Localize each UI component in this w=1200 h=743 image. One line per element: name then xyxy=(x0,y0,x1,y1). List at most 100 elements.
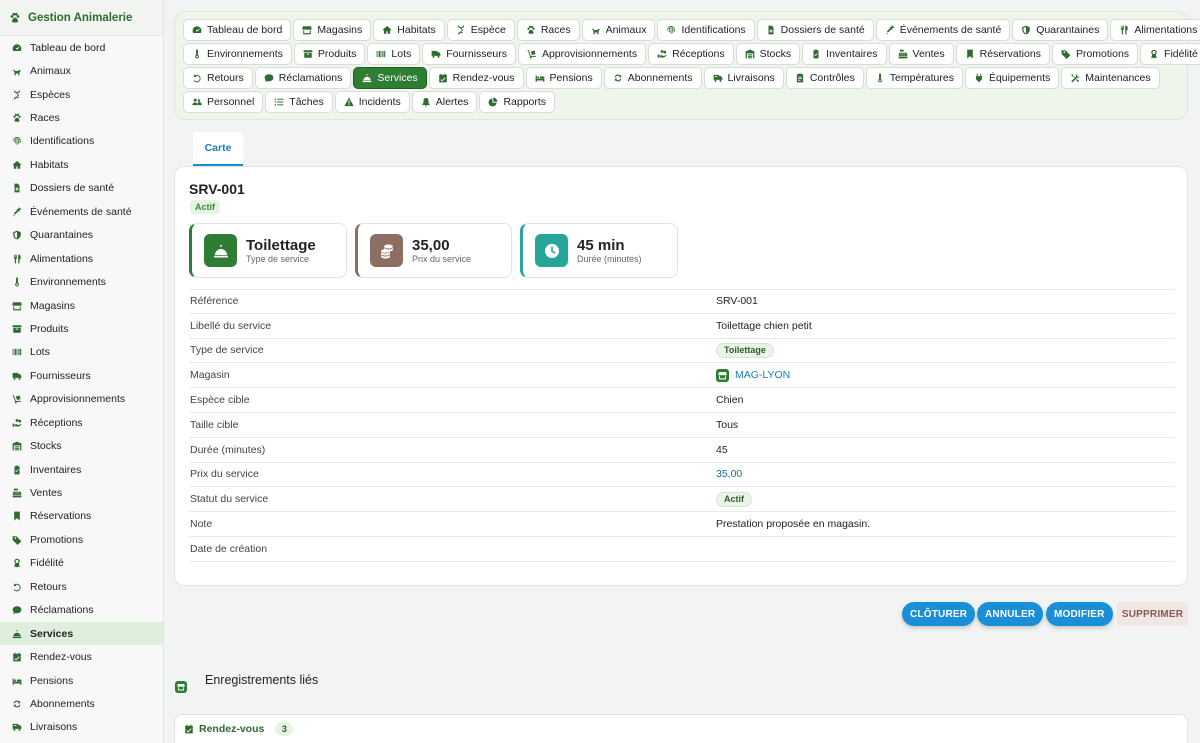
module-chip-label: Dossiers de santé xyxy=(780,24,865,36)
tab-carte[interactable]: Carte xyxy=(193,132,243,166)
sidebar-item-quarantaines[interactable]: Quarantaines xyxy=(0,224,163,247)
linked-section-header[interactable]: Rendez-vous 3 xyxy=(184,722,294,736)
field-label: Date de création xyxy=(190,542,268,555)
box-icon xyxy=(12,324,22,334)
module-chip-receptions[interactable]: Réceptions xyxy=(648,43,734,65)
module-chip-retours[interactable]: Retours xyxy=(183,67,253,89)
edit-button[interactable]: MODIFIER xyxy=(1046,602,1113,626)
stat-label: Prix du service xyxy=(412,254,472,264)
module-chip-promotions[interactable]: Promotions xyxy=(1051,43,1139,65)
module-chip-temperatures[interactable]: Températures xyxy=(865,67,963,89)
sidebar-item-fidelite[interactable]: Fidélité xyxy=(0,552,163,575)
sidebar-item-alimentations[interactable]: Alimentations xyxy=(0,247,163,270)
sidebar-item-evenements-de-sante[interactable]: Événements de santé xyxy=(0,200,163,223)
module-chip-rendez-vous[interactable]: Rendez-vous xyxy=(428,67,524,89)
module-chip-rapports[interactable]: Rapports xyxy=(479,91,556,113)
module-chip-equipements[interactable]: Équipements xyxy=(964,67,1060,89)
module-chip-magasins[interactable]: Magasins xyxy=(293,19,372,41)
module-chip-dossiers-de-sante[interactable]: Dossiers de santé xyxy=(756,19,874,41)
module-chip-stocks[interactable]: Stocks xyxy=(735,43,801,65)
sidebar-item-inventaires[interactable]: Inventaires xyxy=(0,458,163,481)
module-chip-reservations[interactable]: Réservations xyxy=(955,43,1050,65)
sidebar-item-produits[interactable]: Produits xyxy=(0,317,163,340)
sidebar-item-magasins[interactable]: Magasins xyxy=(0,294,163,317)
module-chip-fidelite[interactable]: Fidélité xyxy=(1140,43,1200,65)
sidebar-item-reclamations[interactable]: Réclamations xyxy=(0,599,163,622)
field-label: Statut du service xyxy=(190,493,269,506)
sidebar-item-dossiers-de-sante[interactable]: Dossiers de santé xyxy=(0,177,163,200)
sidebar-item-services[interactable]: Services xyxy=(0,621,163,646)
module-chip-lots[interactable]: Lots xyxy=(367,43,421,65)
sidebar-item-livraisons[interactable]: Livraisons xyxy=(0,716,163,739)
module-chip-label: Fournisseurs xyxy=(446,48,507,60)
sidebar-item-retours[interactable]: Retours xyxy=(0,575,163,598)
module-chip-livraisons[interactable]: Livraisons xyxy=(703,67,784,89)
sidebar-item-lots[interactable]: Lots xyxy=(0,341,163,364)
magasin-link[interactable]: MAG-LYON xyxy=(735,369,790,381)
module-chip-environnements[interactable]: Environnements xyxy=(183,43,292,65)
sidebar-item-habitats[interactable]: Habitats xyxy=(0,153,163,176)
sidebar-item-abonnements[interactable]: Abonnements xyxy=(0,692,163,715)
module-chip-races[interactable]: Races xyxy=(516,19,580,41)
module-chip-label: Approvisionnements xyxy=(541,48,638,60)
sidebar-item-stocks[interactable]: Stocks xyxy=(0,434,163,457)
module-chip-animaux[interactable]: Animaux xyxy=(581,19,656,41)
sidebar-item-receptions[interactable]: Réceptions xyxy=(0,411,163,434)
sidebar-item-promotions[interactable]: Promotions xyxy=(0,528,163,551)
module-chip-controles[interactable]: Contrôles xyxy=(785,67,864,89)
sidebar-item-especes[interactable]: Espèces xyxy=(0,83,163,106)
module-chip-evenements-de-sante[interactable]: Événements de santé xyxy=(875,19,1011,41)
field-label: Type de service xyxy=(190,344,264,357)
app-brand[interactable]: Gestion Animalerie xyxy=(0,0,163,36)
sidebar-item-label: Fournisseurs xyxy=(30,369,91,382)
module-chip-reclamations[interactable]: Réclamations xyxy=(254,67,352,89)
animal-icon xyxy=(12,66,22,76)
module-chip-personnel[interactable]: Personnel xyxy=(183,91,264,113)
sidebar-item-identifications[interactable]: Identifications xyxy=(0,130,163,153)
field-label: Taille cible xyxy=(190,418,239,431)
module-chip-pensions[interactable]: Pensions xyxy=(525,67,602,89)
bed-icon xyxy=(12,676,22,686)
sidebar-item-environnements[interactable]: Environnements xyxy=(0,270,163,293)
module-chip-alertes[interactable]: Alertes xyxy=(411,91,478,113)
award-icon xyxy=(1149,49,1159,59)
sidebar-item-reservations[interactable]: Réservations xyxy=(0,505,163,528)
close-button[interactable]: CLÔTURER xyxy=(902,602,976,626)
cash-register-icon xyxy=(898,49,908,59)
module-chip-tableau-de-bord[interactable]: Tableau de bord xyxy=(183,19,292,41)
sidebar-item-label: Dossiers de santé xyxy=(30,182,115,195)
module-chip-ventes[interactable]: Ventes xyxy=(888,43,954,65)
sidebar-item-pensions[interactable]: Pensions xyxy=(0,669,163,692)
sidebar-item-tableau-de-bord[interactable]: Tableau de bord xyxy=(0,36,163,59)
record-card: SRV-001 Actif Toilettage Type de service … xyxy=(174,166,1188,586)
module-chip-approvisionnements[interactable]: Approvisionnements xyxy=(517,43,647,65)
sidebar-item-ventes[interactable]: Ventes xyxy=(0,481,163,504)
sidebar-item-approvisionnements[interactable]: Approvisionnements xyxy=(0,388,163,411)
module-chip-quarantaines[interactable]: Quarantaines xyxy=(1012,19,1109,41)
plug-icon xyxy=(974,73,984,83)
sidebar-item-races[interactable]: Races xyxy=(0,106,163,129)
module-chip-espece[interactable]: Espèce xyxy=(446,19,515,41)
linked-section-rendez-vous[interactable]: Rendez-vous 3 xyxy=(174,714,1188,743)
undo-icon xyxy=(192,73,202,83)
module-chip-incidents[interactable]: Incidents xyxy=(334,91,410,113)
module-chip-inventaires[interactable]: Inventaires xyxy=(802,43,887,65)
module-chip-services[interactable]: Services xyxy=(353,67,427,89)
module-chip-identifications[interactable]: Identifications xyxy=(657,19,755,41)
cancel-button[interactable]: ANNULER xyxy=(977,602,1044,626)
module-chip-taches[interactable]: Tâches xyxy=(265,91,333,113)
sidebar-item-fournisseurs[interactable]: Fournisseurs xyxy=(0,364,163,387)
field-row: Durée (minutes) 45 xyxy=(189,438,1175,463)
module-chip-produits[interactable]: Produits xyxy=(293,43,366,65)
module-chip-habitats[interactable]: Habitats xyxy=(373,19,445,41)
module-chip-label: Stocks xyxy=(759,48,792,60)
delete-button[interactable]: SUPPRIMER xyxy=(1117,602,1188,626)
module-chip-label: Races xyxy=(540,24,571,36)
module-chip-fournisseurs[interactable]: Fournisseurs xyxy=(422,43,516,65)
module-chip-maintenances[interactable]: Maintenances xyxy=(1061,67,1160,89)
linked-section-label: Rendez-vous xyxy=(199,723,265,735)
module-chip-alimentations[interactable]: Alimentations xyxy=(1110,19,1200,41)
sidebar-item-animaux[interactable]: Animaux xyxy=(0,59,163,82)
module-chip-abonnements[interactable]: Abonnements xyxy=(603,67,702,89)
sidebar-item-rendez-vous[interactable]: Rendez-vous xyxy=(0,645,163,668)
